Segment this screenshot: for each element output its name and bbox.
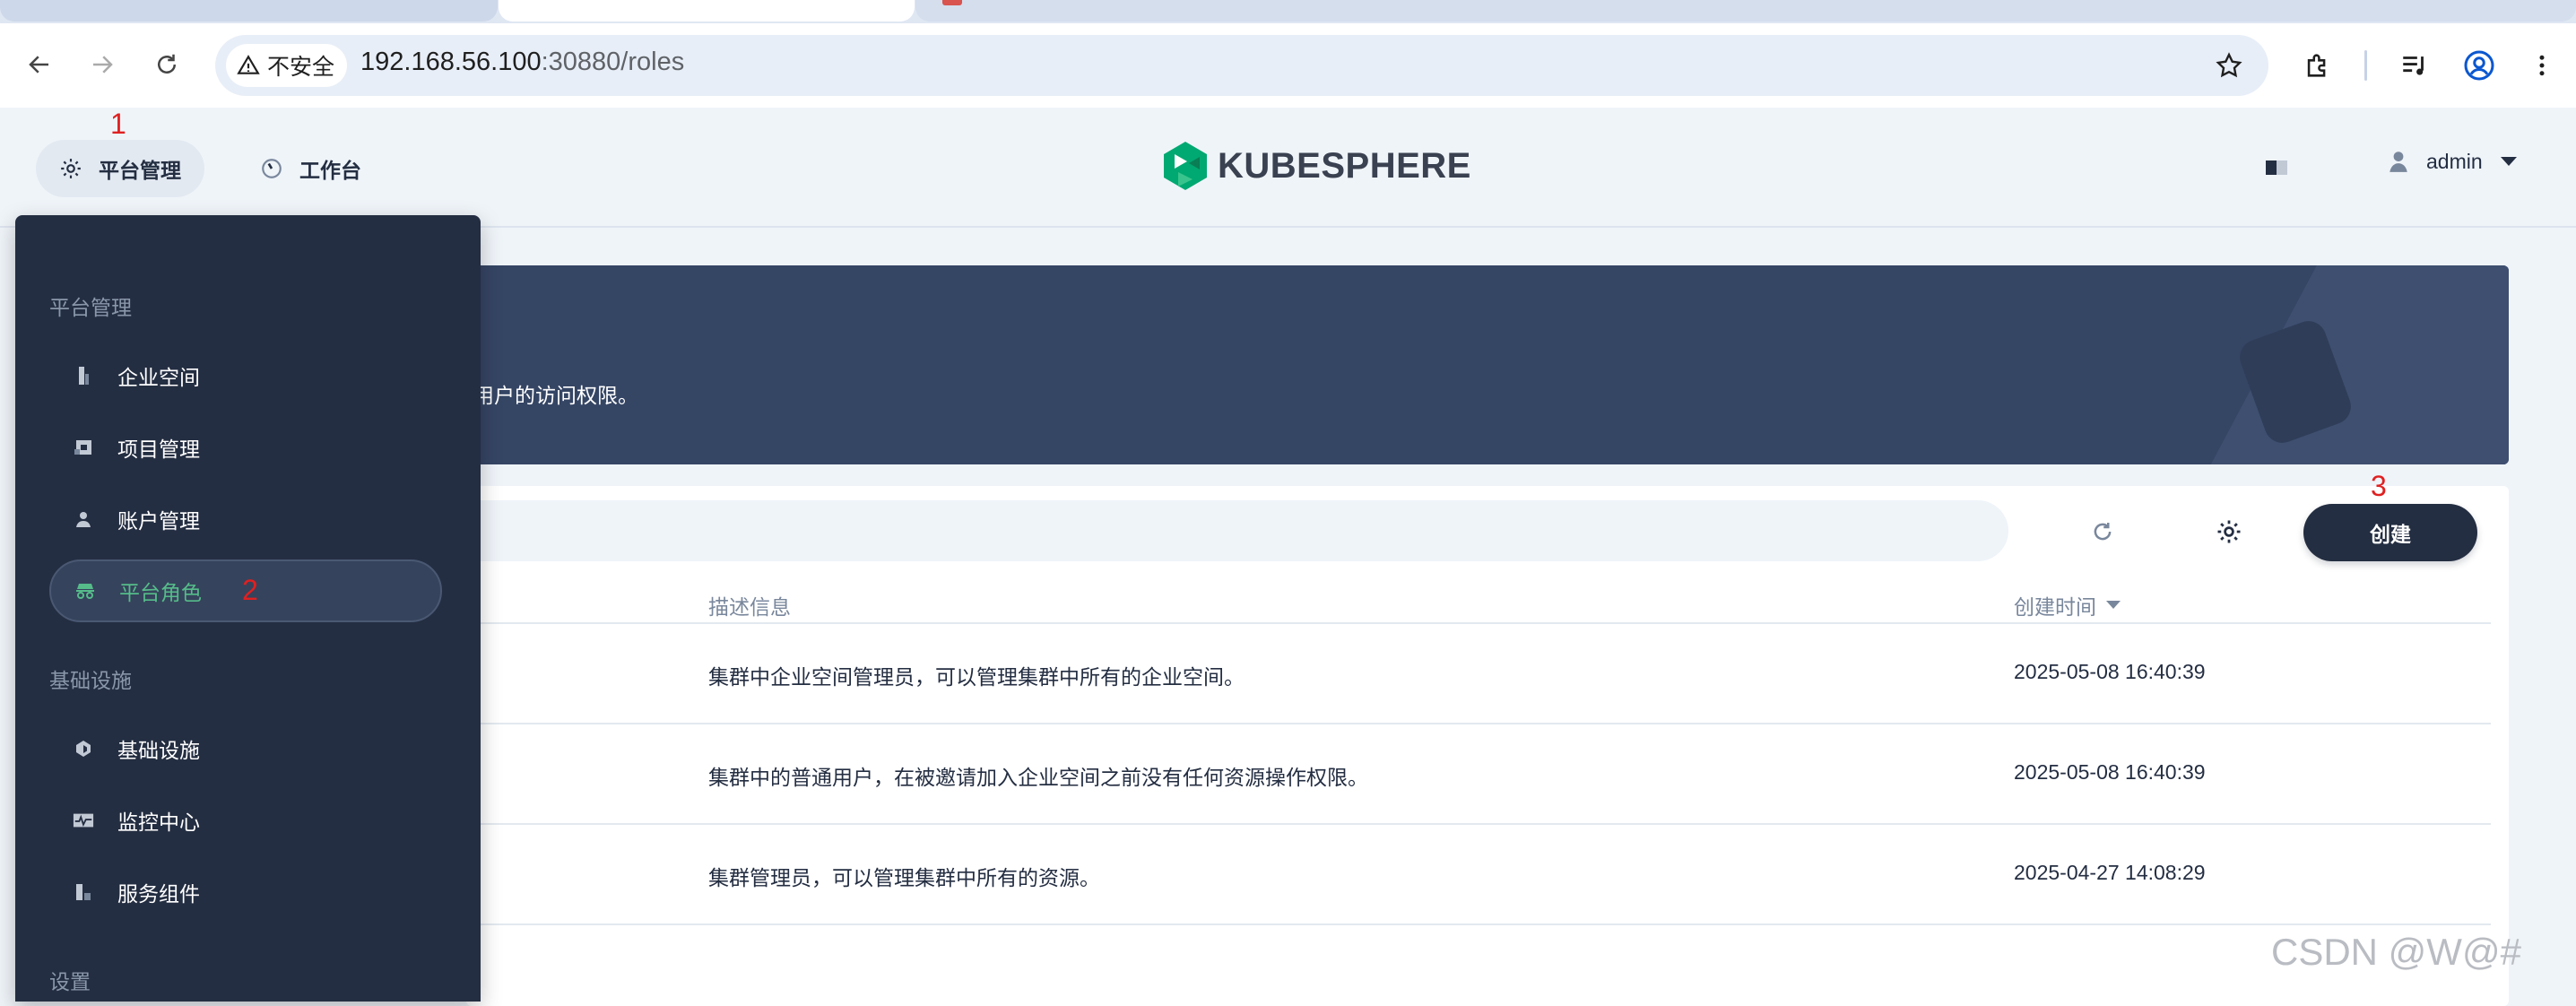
role-icon	[74, 580, 96, 602]
logo-text: KUBESPHERE	[1218, 145, 1471, 186]
tab-favicon-icon	[942, 0, 962, 5]
menu-item-projects[interactable]: 项目管理	[49, 416, 442, 479]
security-label: 不安全	[267, 55, 335, 80]
back-arrow-icon	[29, 56, 48, 74]
menu-item-label: 平台角色	[119, 581, 202, 604]
annotation-step-2: 2	[242, 574, 258, 606]
menu-item-label: 服务组件	[117, 882, 200, 906]
menu-item-label: 项目管理	[117, 438, 200, 461]
dashboard-icon	[262, 159, 282, 178]
layout-toggle-icon	[2266, 160, 2287, 175]
url-path: :30880/roles	[541, 48, 685, 76]
refresh-button[interactable]	[2084, 513, 2121, 551]
browser-tab[interactable]	[915, 0, 2576, 22]
menu-item-label: 监控中心	[117, 811, 200, 834]
reload-button[interactable]	[147, 45, 186, 84]
sort-down-icon	[2106, 601, 2121, 609]
banner-decoration	[2182, 265, 2509, 464]
banner-description: 用户的访问权限。	[473, 384, 638, 407]
nav-label: 平台管理	[99, 159, 181, 182]
user-name: admin	[2426, 149, 2483, 173]
row-description: 集群中的普通用户，在被邀请加入企业空间之前没有任何资源操作权限。	[708, 766, 1368, 789]
table-row[interactable]: 集群管理员，可以管理集群中所有的资源。 2025-04-27 14:08:29	[466, 825, 2491, 925]
menu-section-title: 设置	[49, 970, 91, 993]
app-header: 平台管理 工作台 1 KUBESPHERE admin	[0, 108, 2576, 228]
user-menu[interactable]: admin	[2387, 149, 2519, 174]
menu-item-service-components[interactable]: 服务组件	[49, 861, 442, 924]
address-bar[interactable]: 不安全 192.168.56.100:30880/roles	[215, 35, 2268, 96]
caret-down-icon	[2500, 157, 2517, 166]
profile-button[interactable]	[2459, 45, 2500, 86]
browser-tab-active[interactable]	[499, 0, 915, 22]
gear-icon	[61, 159, 81, 178]
menu-item-monitoring[interactable]: 监控中心	[49, 789, 442, 852]
watermark: CSDN @W@#	[2271, 931, 2521, 973]
security-chip[interactable]: 不安全	[226, 44, 348, 87]
platform-menu: 平台管理 企业空间 项目管理 账户管理 平台角色 2 基础设施 基础设施 监控中…	[15, 215, 481, 1002]
menu-item-infrastructure[interactable]: 基础设施	[49, 717, 442, 780]
workspace-icon	[73, 365, 94, 386]
column-header-description: 描述信息	[708, 595, 791, 619]
table-header: 描述信息 创建时间	[466, 577, 2491, 624]
puzzle-icon	[2307, 54, 2326, 77]
row-created-time: 2025-05-08 16:40:39	[2014, 760, 2206, 784]
roles-table-panel: 3 创建 描述信息 创建时间 集群中企业空间管理员，可以管理集群中所有的企业空间…	[466, 470, 2509, 1006]
more-vertical-icon	[2539, 55, 2545, 76]
user-icon	[73, 508, 94, 530]
nav-workbench[interactable]: 工作台	[237, 140, 385, 197]
menu-item-label: 企业空间	[117, 366, 200, 389]
kubesphere-logo[interactable]: KUBESPHERE	[1162, 140, 1471, 192]
menu-section-title: 平台管理	[49, 296, 132, 319]
media-button[interactable]	[2394, 45, 2435, 86]
nav-platform-management[interactable]: 平台管理	[36, 140, 204, 197]
reload-icon	[158, 54, 176, 74]
url-text[interactable]: 192.168.56.100:30880/roles	[360, 48, 684, 77]
playlist-icon	[2403, 56, 2424, 75]
gear-icon	[2217, 520, 2241, 543]
star-icon	[2216, 52, 2242, 78]
table-row[interactable]: 集群中的普通用户，在被邀请加入企业空间之前没有任何资源操作权限。 2025-05…	[466, 724, 2491, 825]
account-circle-icon	[2464, 50, 2494, 81]
forward-arrow-icon	[93, 56, 113, 74]
back-button[interactable]	[20, 45, 59, 84]
annotation-step-3: 3	[2371, 470, 2387, 502]
search-input[interactable]	[466, 500, 2008, 561]
create-button[interactable]: 创建	[2303, 504, 2477, 561]
table-row[interactable]: 集群中企业空间管理员，可以管理集群中所有的企业空间。 2025-05-08 16…	[466, 624, 2491, 724]
menu-item-label: 账户管理	[117, 509, 200, 533]
warning-icon	[237, 55, 260, 74]
row-description: 集群中企业空间管理员，可以管理集群中所有的企业空间。	[708, 665, 1245, 689]
theme-toggle-button[interactable]	[2263, 156, 2290, 182]
user-icon	[2390, 152, 2407, 172]
monitor-icon	[73, 810, 94, 831]
toolbar-separator	[2364, 50, 2367, 81]
menu-item-accounts[interactable]: 账户管理	[49, 488, 442, 551]
forward-button[interactable]	[82, 45, 122, 84]
browser-toolbar: 不安全 192.168.56.100:30880/roles	[0, 23, 2576, 108]
bookmark-button[interactable]	[2209, 46, 2249, 85]
annotation-step-1: 1	[110, 108, 126, 140]
column-header-label: 创建时间	[2014, 595, 2096, 619]
kubesphere-logo-icon	[1164, 142, 1207, 190]
browser-tab[interactable]	[0, 0, 498, 22]
row-description: 集群管理员，可以管理集群中所有的资源。	[708, 866, 1100, 889]
column-header-created[interactable]: 创建时间	[2014, 590, 2121, 620]
menu-section-title: 基础设施	[49, 669, 132, 692]
project-icon	[73, 437, 94, 458]
extensions-button[interactable]	[2297, 45, 2338, 86]
row-created-time: 2025-04-27 14:08:29	[2014, 861, 2206, 884]
refresh-icon	[2094, 523, 2112, 541]
nav-label: 工作台	[299, 159, 361, 182]
cluster-icon	[73, 738, 94, 759]
menu-item-workspaces[interactable]: 企业空间	[49, 344, 442, 407]
page-banner: 用户的访问权限。	[466, 265, 2509, 464]
browser-tab-strip	[0, 0, 2576, 23]
components-icon	[73, 881, 94, 903]
browser-menu-button[interactable]	[2521, 45, 2563, 86]
row-created-time: 2025-05-08 16:40:39	[2014, 660, 2206, 683]
menu-item-label: 基础设施	[117, 739, 200, 762]
url-host: 192.168.56.100	[360, 48, 542, 76]
table-settings-button[interactable]	[2210, 513, 2248, 551]
